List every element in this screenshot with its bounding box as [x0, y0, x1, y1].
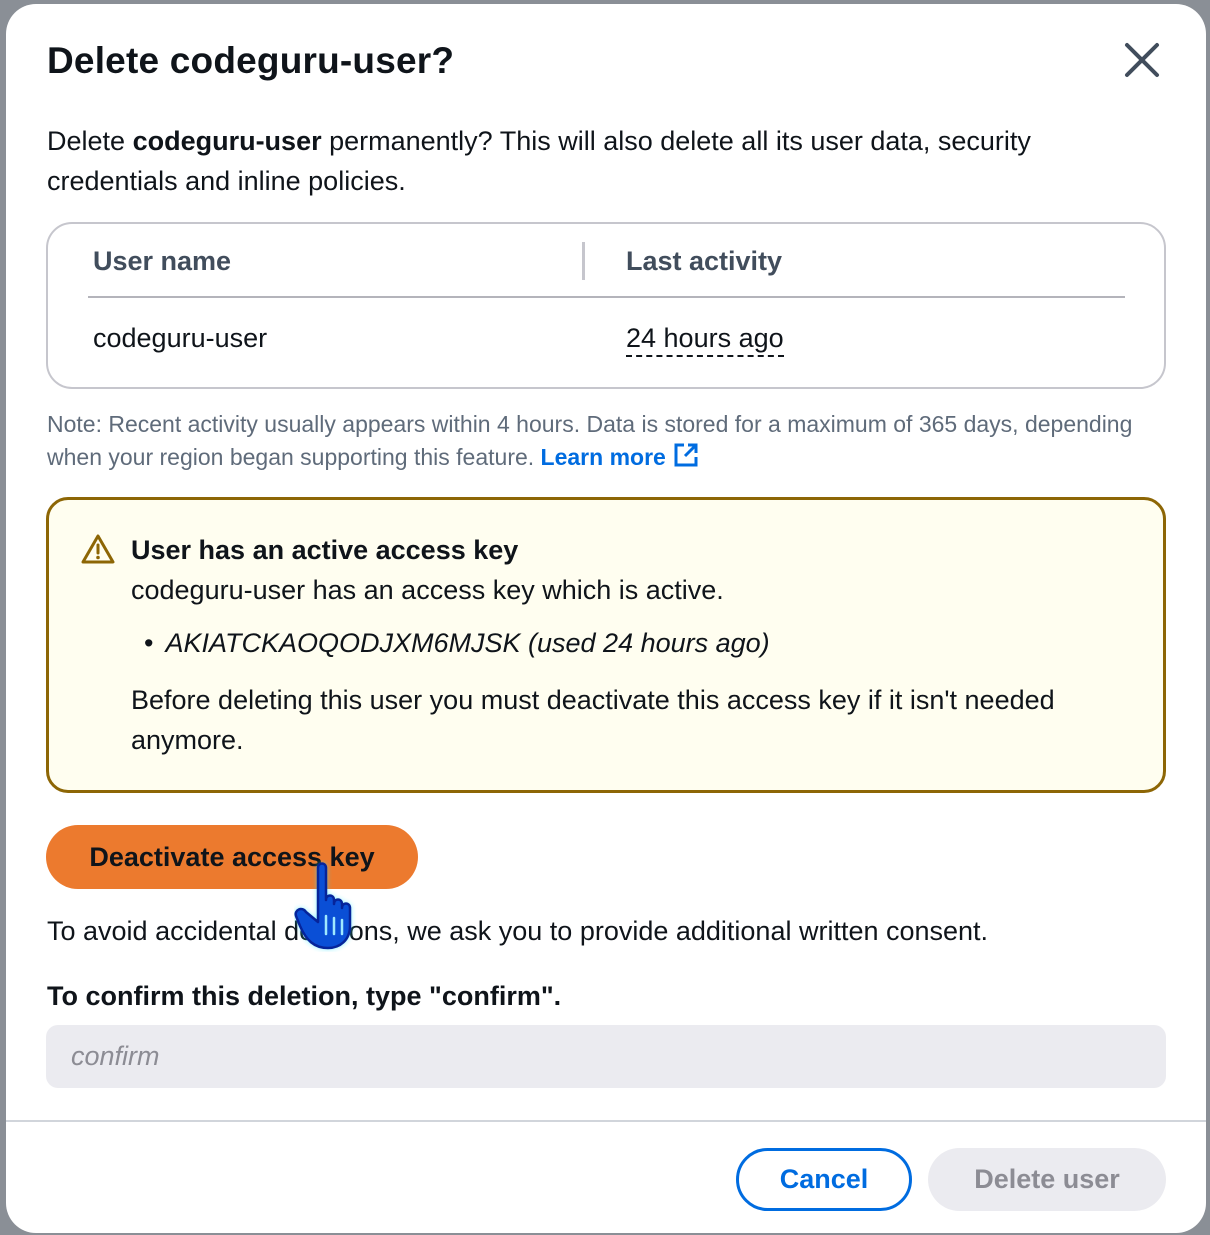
description-prefix: Delete [47, 126, 133, 156]
learn-more-label: Learn more [540, 444, 666, 470]
modal-description: Delete codeguru-user permanently? This w… [47, 121, 1147, 201]
close-button[interactable] [1118, 36, 1166, 84]
delete-user-modal: Delete codeguru-user? Delete codeguru-us… [6, 4, 1206, 1233]
column-divider[interactable] [582, 242, 585, 280]
consent-text: To avoid accidental deletions, we ask yo… [47, 916, 989, 946]
column-header-last-activity: Last activity [626, 246, 783, 276]
alert-warning-text: Before deleting this user you must deact… [131, 685, 1055, 755]
access-key-id: AKIATCKAOQODJXM6MJSK (used 24 hours ago) [165, 628, 770, 658]
active-key-alert: User has an active access key codeguru-u… [46, 497, 1166, 793]
activity-note: Note: Recent activity usually appears wi… [47, 408, 1157, 478]
table-header-divider [88, 296, 1125, 298]
cell-last-activity[interactable]: 24 hours ago [626, 323, 784, 357]
confirm-input[interactable] [46, 1025, 1166, 1088]
warning-icon [81, 534, 115, 569]
external-link-icon [672, 441, 700, 478]
modal-title: Delete codeguru-user? [47, 40, 455, 81]
alert-title: User has an active access key [131, 535, 519, 565]
close-icon [1125, 43, 1159, 77]
description-user-name: codeguru-user [132, 126, 322, 156]
deactivate-access-key-button[interactable]: Deactivate access key [46, 825, 418, 889]
cancel-button[interactable]: Cancel [736, 1148, 912, 1211]
alert-body: codeguru-user has an access key which is… [131, 575, 724, 605]
learn-more-link[interactable]: Learn more [540, 443, 700, 470]
access-key-list-item: • AKIATCKAOQODJXM6MJSK (used 24 hours ago… [144, 628, 770, 659]
delete-user-button[interactable]: Delete user [928, 1148, 1166, 1211]
column-header-user-name: User name [93, 246, 232, 276]
confirm-label: To confirm this deletion, type "confirm"… [47, 981, 562, 1011]
cell-user-name: codeguru-user [93, 323, 268, 353]
user-table: User name Last activity codeguru-user 24… [46, 222, 1166, 389]
footer-divider [6, 1120, 1206, 1122]
list-bullet: • [144, 628, 154, 658]
